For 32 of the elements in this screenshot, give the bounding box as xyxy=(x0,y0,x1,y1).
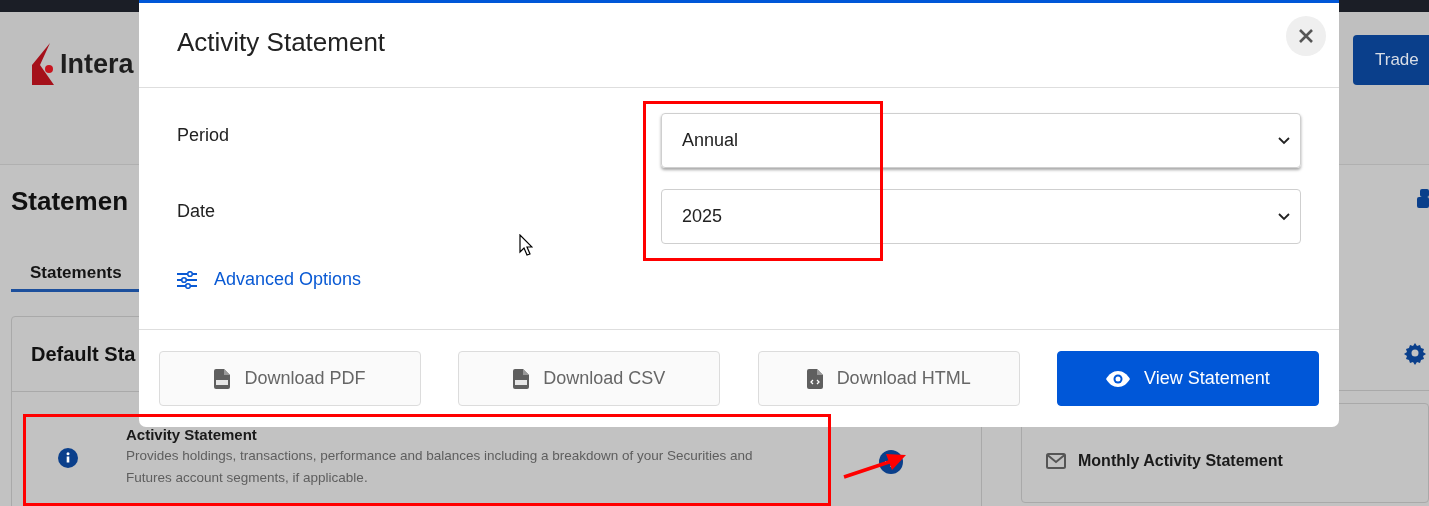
logo-icon xyxy=(32,43,54,85)
envelope-icon xyxy=(1046,453,1066,469)
card-title: Default Sta xyxy=(31,342,136,366)
chevron-down-icon xyxy=(1278,136,1290,145)
advanced-options-link[interactable]: Advanced Options xyxy=(177,269,362,290)
mouse-cursor-icon xyxy=(519,234,533,256)
close-icon xyxy=(1298,28,1314,44)
settings-icon[interactable] xyxy=(1403,341,1427,365)
eye-icon xyxy=(1106,370,1131,387)
statement-link[interactable]: Monthly Activity Statement xyxy=(1078,452,1283,470)
pdf-file-icon xyxy=(214,368,231,389)
download-button[interactable]: Download HTML xyxy=(757,351,1020,406)
pointer-arrow xyxy=(842,452,908,480)
close-button[interactable] xyxy=(1286,16,1326,56)
logo-text: Intera xyxy=(60,48,134,80)
trade-button[interactable]: Trade xyxy=(1353,35,1429,85)
page-title: Statemen xyxy=(11,185,129,217)
select-field[interactable]: Annual xyxy=(661,113,1301,168)
dialog-title: Activity Statement xyxy=(177,26,386,58)
download-button[interactable]: Download CSV xyxy=(458,351,721,406)
select-field[interactable]: 2025 xyxy=(661,189,1301,244)
info-icon xyxy=(58,447,78,468)
field-label: Period xyxy=(177,125,231,146)
csv-file-icon xyxy=(513,368,530,389)
view-statement-button[interactable]: View Statement xyxy=(1057,351,1319,406)
statement-title: Activity Statement xyxy=(126,426,258,443)
download-button[interactable]: Download PDF xyxy=(159,351,421,406)
statement-description: Provides holdings, transactions, performance and balances including a breakdown of your Securities and Futures account segments, if applicable. xyxy=(126,447,754,487)
chevron-down-icon xyxy=(1278,212,1290,221)
sliders-icon xyxy=(177,270,197,289)
code-file-icon xyxy=(806,368,823,389)
field-label: Date xyxy=(177,201,217,222)
